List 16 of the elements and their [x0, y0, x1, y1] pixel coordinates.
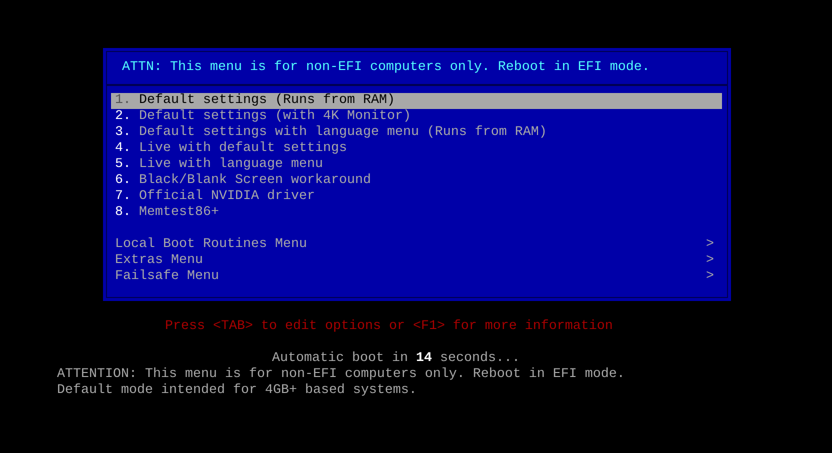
- help-hint: Press <TAB> to edit options or <F1> for more information: [164, 319, 614, 335]
- boot-countdown: Automatic boot in 14 seconds...: [271, 351, 521, 367]
- menu-entry[interactable]: 2. Default settings (with 4K Monitor): [111, 109, 722, 125]
- menu-title: ATTN: This menu is for non-EFI computers only. Reboot in EFI mode.: [107, 52, 727, 86]
- menu-entry[interactable]: 3. Default settings with language menu (Runs from RAM): [111, 125, 722, 141]
- notice-text: ATTENTION: This menu is for non-EFI computers only. Reboot in EFI mode.: [56, 367, 626, 383]
- menu-entry[interactable]: 8. Memtest86+: [111, 205, 722, 221]
- submenu-entry[interactable]: Local Boot Routines Menu >: [111, 237, 722, 253]
- notice-text: Default mode intended for 4GB+ based systems.: [56, 383, 418, 399]
- menu-entry[interactable]: 5. Live with language menu: [111, 157, 722, 173]
- submenu-entry[interactable]: Extras Menu >: [111, 253, 722, 269]
- menu-entry[interactable]: 4. Live with default settings: [111, 141, 722, 157]
- menu-entry[interactable]: 1. Default settings (Runs from RAM): [111, 93, 722, 109]
- menu-entry[interactable]: 6. Black/Blank Screen workaround: [111, 173, 722, 189]
- menu-entry[interactable]: 7. Official NVIDIA driver: [111, 189, 722, 205]
- submenu-entry[interactable]: Failsafe Menu >: [111, 269, 722, 285]
